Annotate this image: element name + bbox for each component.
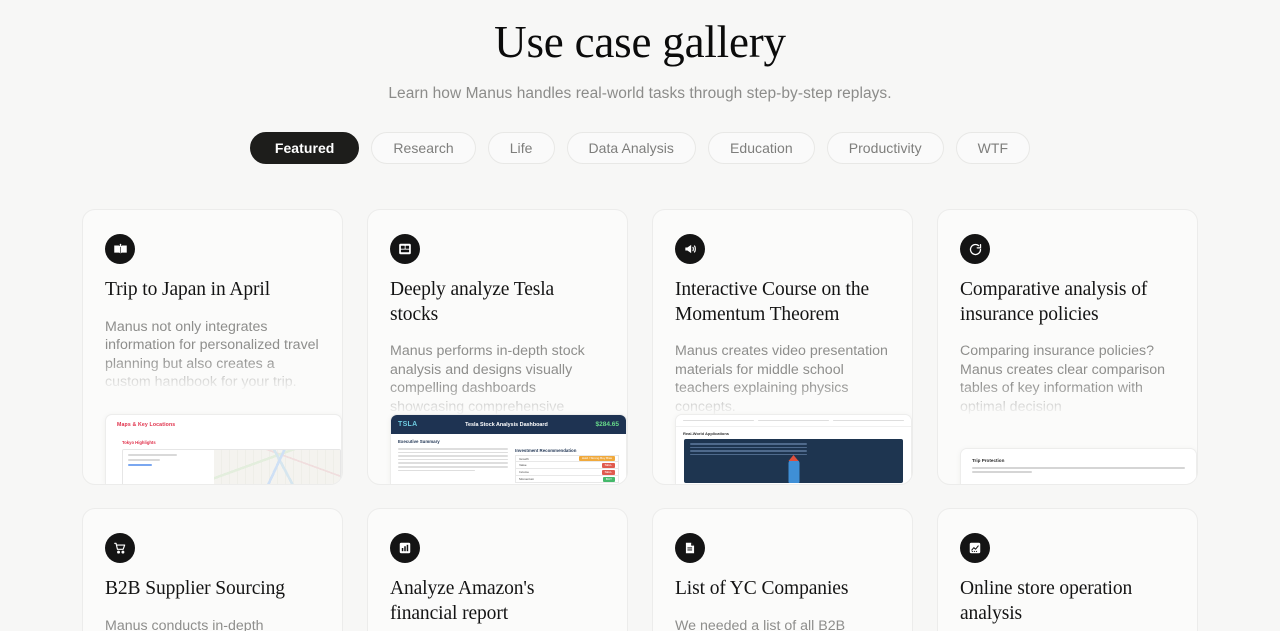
- card-description: Comparing insurance policies? Manus crea…: [960, 343, 1166, 415]
- table-row: Income SELL: [515, 469, 619, 477]
- filter-pill-education[interactable]: Education: [707, 132, 815, 165]
- thumb-recommendation-table: Investment Recommendation Growth Hold / …: [515, 448, 619, 484]
- card-title: Comparative analysis of insurance polici…: [960, 279, 1148, 325]
- row-badge: Hold / Strong Buy Bias: [578, 456, 615, 462]
- shopping-cart-icon: [105, 533, 135, 564]
- card-title: Deeply analyze Tesla stocks: [390, 279, 555, 325]
- thumb-body-lines: [972, 467, 1185, 473]
- page-subtitle: Learn how Manus handles real-world tasks…: [388, 85, 892, 103]
- rocket-icon: [788, 460, 799, 484]
- thumb-dashboard-header: TSLA Tesla Stock Analysis Dashboard $284…: [391, 415, 626, 435]
- row-badge: SELL: [601, 462, 615, 468]
- thumb-place-card: [123, 450, 215, 485]
- card-title: Analyze Amazon's financial report: [390, 578, 535, 624]
- thumb-section-left: Executive Summary: [398, 439, 440, 445]
- category-filter-bar: Featured Research Life Data Analysis Edu…: [0, 132, 1280, 165]
- megaphone-icon: [675, 234, 705, 265]
- card-description: Manus performs in-depth stock analysis a…: [390, 343, 585, 415]
- use-case-card[interactable]: Comparative analysis of insurance polici…: [937, 209, 1198, 486]
- use-case-card-grid: Trip to Japan in April Manus not only in…: [0, 209, 1280, 631]
- thumb-subheading: Tokyo Highlights: [122, 440, 156, 446]
- thumb-dashboard-title: Tesla Stock Analysis Dashboard: [465, 421, 548, 428]
- row-badge: BUY: [602, 476, 615, 482]
- card-description: Manus conducts in-depth research to iden…: [105, 617, 264, 631]
- thumb-heading: Trip Protection: [972, 458, 1005, 464]
- row-label: Value: [519, 463, 527, 468]
- use-case-card[interactable]: B2B Supplier Sourcing Manus conducts in-…: [82, 508, 343, 631]
- open-book-icon: [105, 234, 135, 265]
- thumb-insurance-body: Trip Protection: [961, 449, 1196, 482]
- thumb-map-image: [214, 450, 340, 485]
- use-case-card[interactable]: Trip to Japan in April Manus not only in…: [82, 209, 343, 486]
- bar-chart-document-icon: [390, 533, 420, 564]
- card-description: Manus creates video presentation materia…: [675, 343, 888, 415]
- list-document-icon: [675, 533, 705, 564]
- thumb-slide-bullets: [684, 439, 903, 456]
- filter-pill-productivity[interactable]: Productivity: [826, 132, 944, 165]
- page-title: Use case gallery: [494, 17, 786, 67]
- card-thumbnail-insurance: Trip Protection: [960, 448, 1197, 485]
- filter-pill-data-analysis[interactable]: Data Analysis: [566, 132, 696, 165]
- row-label: Growth: [519, 456, 529, 461]
- use-case-card[interactable]: List of YC Companies We needed a list of…: [652, 508, 913, 631]
- trending-chart-icon: [960, 533, 990, 564]
- use-case-card[interactable]: Online store operation analysis Manus re…: [937, 508, 1198, 631]
- thumb-summary-lines: [398, 448, 509, 483]
- thumb-heading: Real-World Applications: [683, 431, 730, 437]
- thumb-heading: Maps & Key Locations: [117, 422, 176, 429]
- filter-pill-featured[interactable]: Featured: [249, 132, 360, 165]
- card-title: B2B Supplier Sourcing: [105, 578, 285, 600]
- thumb-ticker: TSLA: [398, 421, 418, 429]
- card-title: Trip to Japan in April: [105, 279, 271, 301]
- use-case-gallery-page: Use case gallery Learn how Manus handles…: [0, 0, 1280, 631]
- filter-pill-life[interactable]: Life: [487, 132, 555, 165]
- card-thumbnail-presentation: Real-World Applications: [675, 414, 912, 485]
- thumb-section-right: Investment Recommendation: [515, 448, 577, 454]
- card-title: Online store operation analysis: [960, 578, 1133, 624]
- card-thumbnail-stock-dashboard: TSLA Tesla Stock Analysis Dashboard $284…: [390, 414, 627, 485]
- card-description: Manus not only integrates information fo…: [105, 318, 319, 391]
- table-row: Growth Hold / Strong Buy Bias: [515, 455, 619, 463]
- thumb-map-body: [122, 449, 341, 485]
- refresh-circle-icon: [960, 234, 990, 265]
- card-thumbnail-map: Maps & Key Locations Tokyo Highlights: [105, 414, 342, 485]
- row-label: Momentum: [519, 477, 535, 482]
- thumb-dashboard-body: Executive Summary Investment Recommendat…: [391, 434, 626, 484]
- card-title: Interactive Course on the Momentum Theor…: [675, 279, 870, 325]
- dashboard-chart-icon: [390, 234, 420, 265]
- filter-pill-research[interactable]: Research: [371, 132, 476, 165]
- card-title: List of YC Companies: [675, 578, 849, 600]
- use-case-card[interactable]: Analyze Amazon's financial report Manus …: [367, 508, 628, 631]
- filter-pill-wtf[interactable]: WTF: [955, 132, 1031, 165]
- thumb-toolbar: [676, 415, 911, 428]
- table-row: Momentum BUY: [515, 476, 619, 484]
- row-badge: SELL: [601, 469, 615, 475]
- thumb-price: $284.65: [595, 421, 619, 429]
- table-row: Value SELL: [515, 462, 619, 470]
- thumb-slide-stage: [684, 439, 903, 484]
- card-description: We needed a list of all B2B companies fr…: [675, 617, 846, 631]
- use-case-card[interactable]: Interactive Course on the Momentum Theor…: [652, 209, 913, 486]
- row-label: Income: [519, 470, 529, 475]
- use-case-card[interactable]: Deeply analyze Tesla stocks Manus perfor…: [367, 209, 628, 486]
